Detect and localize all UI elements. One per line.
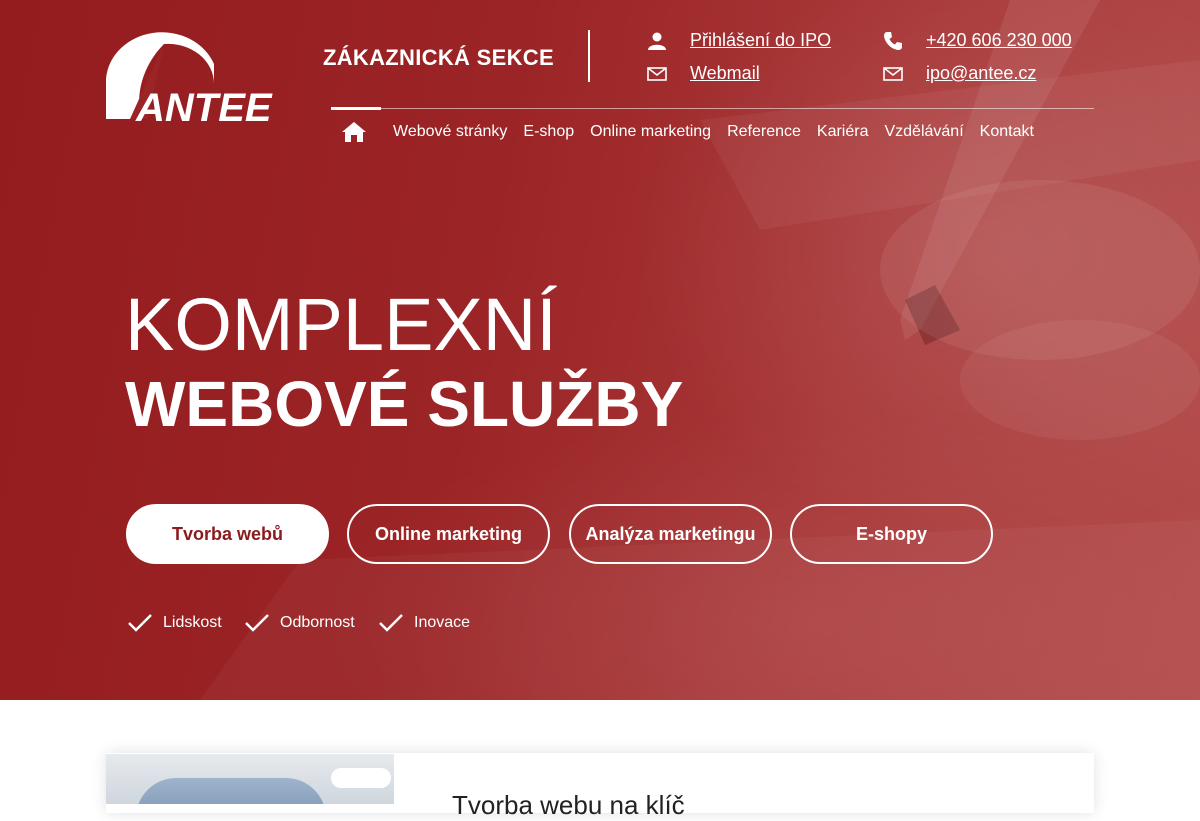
nav-item-kariera[interactable]: Kariéra (809, 122, 877, 142)
person-shirt (136, 778, 326, 804)
nav-item-webove-stranky[interactable]: Webové stránky (385, 122, 515, 142)
nav-active-indicator (331, 107, 381, 110)
value-label: Inovace (414, 614, 471, 631)
online-marketing-button[interactable]: Online marketing (347, 504, 550, 564)
nav-item-vzdelavani[interactable]: Vzdělávání (876, 122, 971, 142)
value-lidskost: Lidskost (127, 612, 222, 634)
section-title: Tvorba webu na klíč (452, 790, 685, 820)
antee-logo[interactable]: ANTEE (104, 24, 274, 124)
hero-title-line1: KOMPLEXNÍ (125, 283, 557, 366)
check-icon (128, 614, 152, 632)
check-icon (245, 614, 269, 632)
check-icon (379, 614, 403, 632)
analyza-marketingu-button[interactable]: Analýza marketingu (569, 504, 772, 564)
user-icon (648, 32, 666, 50)
phone-number[interactable]: +420 606 230 000 (926, 30, 1072, 51)
nav-item-kontakt[interactable]: Kontakt (972, 122, 1042, 142)
phone-icon (884, 31, 902, 50)
email-address[interactable]: ipo@antee.cz (926, 63, 1036, 84)
hero-section: ANTEE ZÁKAZNICKÁ SEKCE Přihlášení do IPO… (0, 0, 1200, 700)
header-divider (588, 30, 590, 82)
ipo-login-link[interactable]: Přihlášení do IPO (647, 30, 831, 51)
hero-title-line2: WEBOVÉ SLUŽBY (125, 368, 684, 440)
home-icon[interactable] (341, 120, 367, 144)
e-shopy-button[interactable]: E-shopy (790, 504, 993, 564)
background-light (331, 768, 391, 788)
main-navigation: Webové stránky E-shop Online marketing R… (385, 122, 1042, 142)
card-photo (106, 754, 394, 804)
webmail-text[interactable]: Webmail (690, 63, 760, 84)
ipo-login-text[interactable]: Přihlášení do IPO (690, 30, 831, 51)
webmail-link[interactable]: Webmail (647, 63, 760, 84)
value-label: Odbornost (280, 614, 355, 631)
mail-icon (883, 66, 903, 81)
email-link[interactable]: ipo@antee.cz (883, 63, 1036, 84)
value-label: Lidskost (163, 614, 222, 631)
nav-item-e-shop[interactable]: E-shop (515, 122, 582, 142)
value-inovace: Inovace (378, 612, 470, 634)
tvorba-webu-button[interactable]: Tvorba webů (126, 504, 329, 564)
customer-section-title: ZÁKAZNICKÁ SEKCE (323, 45, 554, 70)
logo-wordmark: ANTEE (135, 86, 273, 124)
phone-link[interactable]: +420 606 230 000 (883, 30, 1072, 51)
nav-item-reference[interactable]: Reference (719, 122, 809, 142)
mail-icon (647, 66, 667, 81)
value-odbornost: Odbornost (244, 612, 355, 634)
nav-divider (331, 108, 1094, 109)
nav-item-online-marketing[interactable]: Online marketing (582, 122, 719, 142)
